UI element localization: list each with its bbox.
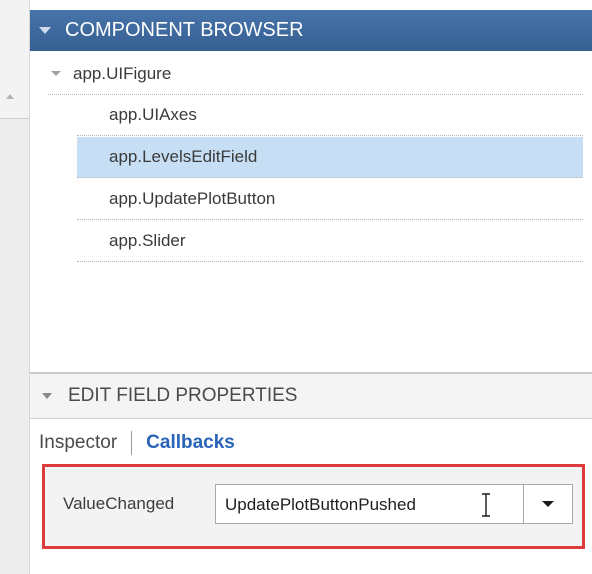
tree-node-uiaxes[interactable]: app.UIAxes [77, 95, 583, 136]
properties-header[interactable]: EDIT FIELD PROPERTIES [30, 374, 592, 419]
tab-divider [131, 431, 133, 455]
chevron-down-icon [542, 501, 554, 507]
tree-node-levelseditfield[interactable]: app.LevelsEditField [77, 137, 583, 178]
expand-triangle-icon[interactable] [51, 71, 61, 76]
tree-node-uifigure[interactable]: app.UIFigure [48, 53, 583, 95]
valuechanged-label: ValueChanged [63, 494, 175, 513]
callback-dropdown-value[interactable]: UpdatePlotButtonPushed [225, 495, 416, 515]
tree-node-label: app.Slider [109, 231, 186, 250]
left-gutter [0, 0, 30, 574]
text-cursor-icon [482, 493, 490, 517]
dropdown-button[interactable] [523, 485, 572, 523]
tree-node-label: app.UpdatePlotButton [109, 189, 276, 208]
app-designer-panel: COMPONENT BROWSER app.UIFigure app.UIAxe… [0, 0, 592, 574]
component-browser-title: COMPONENT BROWSER [65, 19, 304, 41]
callback-highlight-box: ValueChanged UpdatePlotButtonPushed [42, 464, 585, 549]
tree-node-label: app.UIFigure [73, 63, 172, 83]
tree-node-slider[interactable]: app.Slider [77, 221, 583, 262]
collapse-triangle-icon[interactable] [39, 27, 51, 34]
properties-tabs: Inspector Callbacks [39, 428, 235, 458]
bottom-strip [30, 560, 592, 574]
component-browser-header[interactable]: COMPONENT BROWSER [30, 10, 592, 51]
tab-callbacks[interactable]: Callbacks [146, 432, 235, 454]
callback-dropdown[interactable]: UpdatePlotButtonPushed [215, 484, 573, 524]
properties-title: EDIT FIELD PROPERTIES [68, 385, 298, 406]
tab-inspector[interactable]: Inspector [39, 432, 117, 454]
tree-node-label: app.LevelsEditField [109, 147, 258, 166]
scroll-up-icon[interactable] [6, 94, 14, 99]
left-pane [0, 118, 29, 574]
tree-node-label: app.UIAxes [109, 105, 197, 124]
inspector-pane: COMPONENT BROWSER app.UIFigure app.UIAxe… [30, 0, 592, 574]
collapse-triangle-icon[interactable] [42, 393, 52, 399]
tree-node-updateplotbutton[interactable]: app.UpdatePlotButton [77, 179, 583, 220]
